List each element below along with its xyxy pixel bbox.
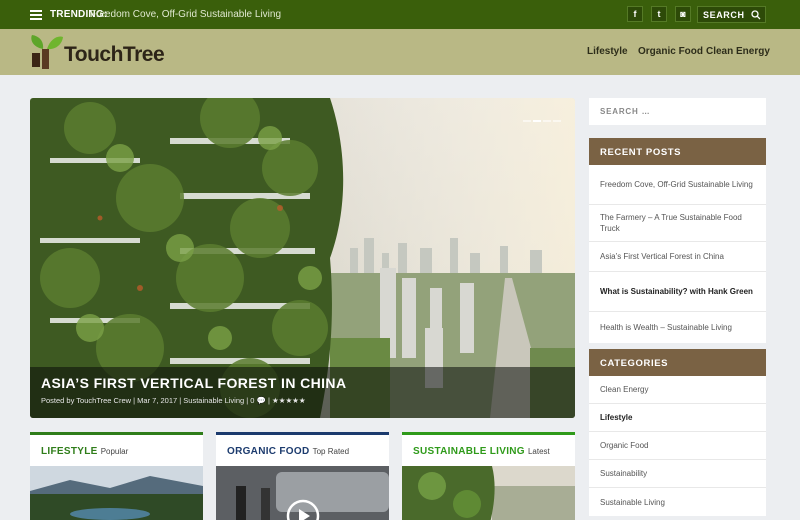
slider-dots[interactable] [521, 109, 561, 127]
category-link-sustainability[interactable]: Sustainability [589, 460, 766, 488]
logo-tree-icon[interactable] [30, 33, 64, 73]
site-logo-text[interactable]: TouchTree [64, 43, 165, 67]
recent-post-link[interactable]: Health is Wealth – Sustainable Living [589, 312, 766, 343]
site-header: TouchTree Lifestyle Organic Food Clean E… [0, 29, 800, 75]
category-link-clean-energy[interactable]: Clean Energy [589, 376, 766, 404]
trending-link[interactable]: Freedom Cove, Off-Grid Sustainable Livin… [90, 9, 281, 20]
instagram-icon[interactable]: ◙ [675, 6, 691, 22]
card-category-label[interactable]: ORGANIC FOOD [227, 446, 310, 457]
card-sub: Popular [100, 447, 129, 456]
top-bar: TRENDING: Freedom Cove, Off-Grid Sustain… [0, 0, 800, 29]
nav-clean-energy[interactable]: Clean Energy [706, 46, 770, 57]
search-icon [751, 10, 761, 20]
hero-caption: ASIA’S FIRST VERTICAL FOREST IN CHINA Po… [30, 367, 575, 418]
card-sub: Top Rated [312, 447, 350, 456]
card-lifestyle[interactable]: LIFESTYLE Popular [30, 432, 203, 520]
card-image [30, 466, 203, 520]
sidebar-search-input[interactable]: SEARCH … [589, 98, 766, 125]
card-category: LIFESTYLE Popular [41, 446, 128, 457]
categories-widget: CATEGORIES Clean Energy Lifestyle Organi… [589, 349, 766, 516]
recent-post-link[interactable]: Freedom Cove, Off-Grid Sustainable Livin… [589, 165, 766, 205]
card-category: ORGANIC FOOD Top Rated [227, 446, 349, 457]
category-link-lifestyle[interactable]: Lifestyle [589, 404, 766, 432]
featured-slider[interactable]: ASIA’S FIRST VERTICAL FOREST IN CHINA Po… [30, 98, 575, 418]
card-sustainable-living[interactable]: SUSTAINABLE LIVING Latest [402, 432, 575, 520]
categories-title: CATEGORIES [589, 349, 766, 376]
slider-dot[interactable] [553, 120, 561, 122]
recent-post-link[interactable]: What is Sustainability? with Hank Green [589, 272, 766, 312]
recent-posts-title: RECENT POSTS [589, 138, 766, 165]
nav-organic-food[interactable]: Organic Food [638, 46, 703, 57]
menu-icon[interactable] [30, 10, 42, 22]
card-sub: Latest [527, 447, 550, 456]
card-category-label[interactable]: LIFESTYLE [41, 446, 98, 457]
category-link-organic-food[interactable]: Organic Food [589, 432, 766, 460]
card-category-label[interactable]: SUSTAINABLE LIVING [413, 446, 525, 457]
card-category: SUSTAINABLE LIVING Latest [413, 446, 550, 457]
recent-post-link[interactable]: The Farmery – A True Sustainable Food Tr… [589, 205, 766, 242]
slider-dot-active[interactable] [533, 120, 541, 122]
recent-post-link[interactable]: Asia’s First Vertical Forest in China [589, 242, 766, 272]
twitter-icon[interactable]: t [651, 6, 667, 22]
card-image [402, 466, 575, 520]
card-image [216, 466, 389, 520]
hero-title[interactable]: ASIA’S FIRST VERTICAL FOREST IN CHINA [41, 375, 346, 391]
slider-dot[interactable] [543, 120, 551, 122]
recent-posts-widget: RECENT POSTS Freedom Cove, Off-Grid Sust… [589, 138, 766, 343]
nav-lifestyle[interactable]: Lifestyle [587, 46, 628, 57]
card-organic-food[interactable]: ORGANIC FOOD Top Rated [216, 432, 389, 520]
top-search-button[interactable]: SEARCH [697, 6, 766, 23]
top-search-label: SEARCH [703, 10, 745, 20]
facebook-icon[interactable]: f [627, 6, 643, 22]
slider-dot[interactable] [523, 120, 531, 122]
category-link-sustainable-living[interactable]: Sustainable Living [589, 488, 766, 516]
hero-meta: Posted by TouchTree Crew | Mar 7, 2017 |… [41, 396, 306, 405]
